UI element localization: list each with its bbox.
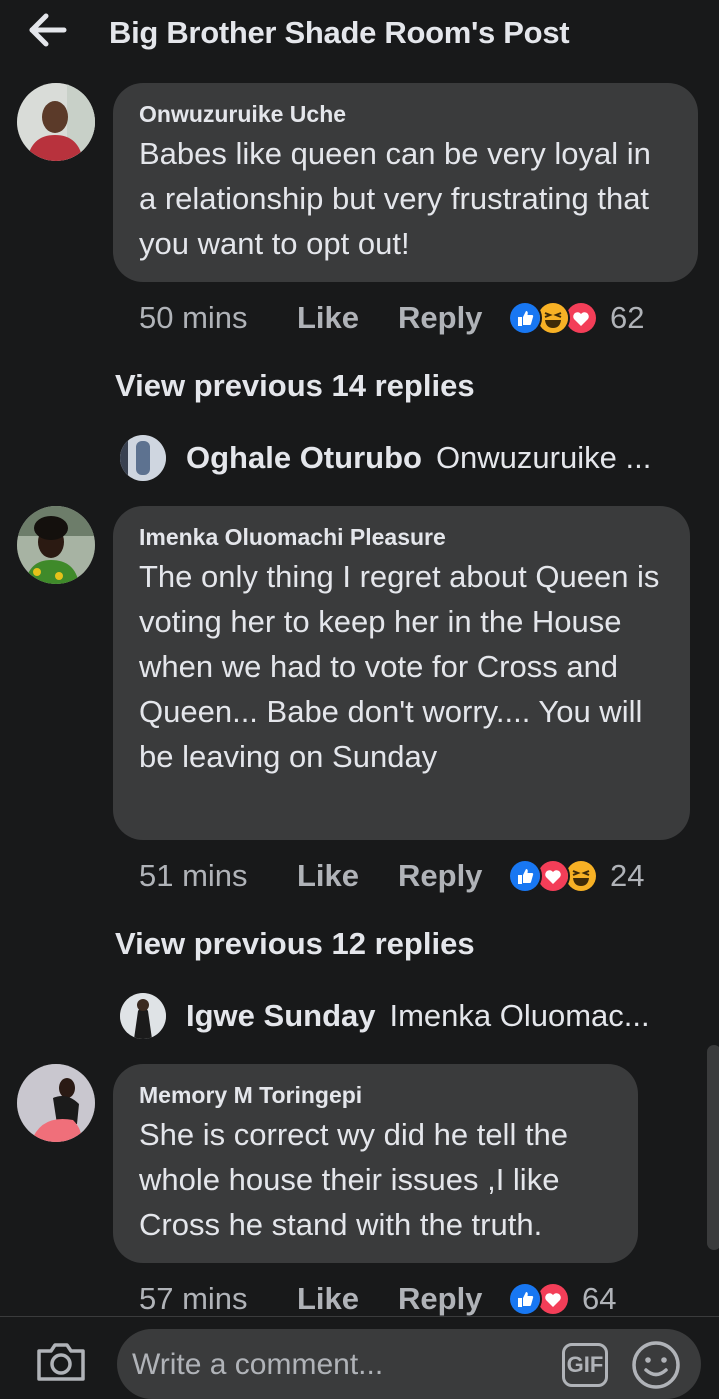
- view-previous-replies-link[interactable]: View previous 12 replies: [115, 926, 475, 962]
- comment-timestamp[interactable]: 51 mins: [139, 858, 297, 894]
- like-reaction-icon: [508, 1282, 542, 1316]
- back-arrow-icon[interactable]: [28, 12, 68, 48]
- comment-timestamp[interactable]: 57 mins: [139, 1281, 297, 1317]
- comment-bubble: Onwuzuruike Uche Babes like queen can be…: [113, 83, 698, 282]
- latest-reply-preview[interactable]: Igwe Sunday Imenka Oluomac...: [120, 991, 650, 1041]
- page-title: Big Brother Shade Room's Post: [109, 15, 570, 50]
- comment-author[interactable]: Onwuzuruike Uche: [139, 99, 672, 129]
- scrollbar[interactable]: [707, 1045, 719, 1250]
- top-bar: Big Brother Shade Room's Post: [0, 0, 719, 68]
- reactions-summary[interactable]: [508, 859, 598, 893]
- comment-input-placeholder: Write a comment...: [132, 1348, 384, 1381]
- reply-avatar: [120, 993, 166, 1039]
- commenter-avatar[interactable]: [17, 1064, 95, 1142]
- reply-text: Imenka Oluomac...: [389, 998, 650, 1033]
- reaction-count[interactable]: 64: [582, 1281, 616, 1317]
- gif-button[interactable]: GIF: [562, 1343, 608, 1387]
- emoji-icon[interactable]: [630, 1339, 682, 1391]
- commenter-avatar[interactable]: [17, 506, 95, 584]
- like-button[interactable]: Like: [297, 1281, 398, 1317]
- reply-author: Igwe Sunday: [186, 998, 376, 1033]
- like-button[interactable]: Like: [297, 858, 398, 894]
- reply-button[interactable]: Reply: [398, 1281, 508, 1317]
- reply-button[interactable]: Reply: [398, 858, 508, 894]
- comment-timestamp[interactable]: 50 mins: [139, 300, 297, 336]
- like-button[interactable]: Like: [297, 300, 398, 336]
- reactions-summary[interactable]: [508, 1282, 570, 1316]
- comment-bubble: Memory M Toringepi She is correct wy did…: [113, 1064, 638, 1263]
- reply-text: Onwuzuruike ...: [435, 440, 652, 475]
- comment-text: The only thing I regret about Queen is v…: [139, 559, 660, 774]
- comment-text: Babes like queen can be very loyal in a …: [139, 136, 651, 261]
- like-reaction-icon: [508, 859, 542, 893]
- view-previous-replies-link[interactable]: View previous 14 replies: [115, 368, 475, 404]
- commenter-avatar[interactable]: [17, 83, 95, 161]
- comment-actions: 51 mins Like Reply 24: [139, 856, 644, 896]
- reaction-count[interactable]: 62: [610, 300, 644, 336]
- comment-actions: 50 mins Like Reply 62: [139, 298, 644, 338]
- reply-author: Oghale Oturubo: [186, 440, 422, 475]
- camera-icon[interactable]: [35, 1339, 87, 1383]
- comment-actions: 57 mins Like Reply 64: [139, 1279, 616, 1319]
- reply-button[interactable]: Reply: [398, 300, 508, 336]
- like-reaction-icon: [508, 301, 542, 335]
- reactions-summary[interactable]: [508, 301, 598, 335]
- comment-bubble: Imenka Oluomachi Pleasure The only thing…: [113, 506, 690, 840]
- latest-reply-preview[interactable]: Oghale Oturubo Onwuzuruike ...: [120, 433, 651, 483]
- comment-text: She is correct wy did he tell the whole …: [139, 1117, 569, 1242]
- comment-author[interactable]: Memory M Toringepi: [139, 1080, 612, 1110]
- reply-avatar: [120, 435, 166, 481]
- reaction-count[interactable]: 24: [610, 858, 644, 894]
- comment-author[interactable]: Imenka Oluomachi Pleasure: [139, 522, 664, 552]
- comment-composer: Write a comment... GIF: [0, 1316, 719, 1399]
- comment-input[interactable]: Write a comment... GIF: [117, 1329, 701, 1399]
